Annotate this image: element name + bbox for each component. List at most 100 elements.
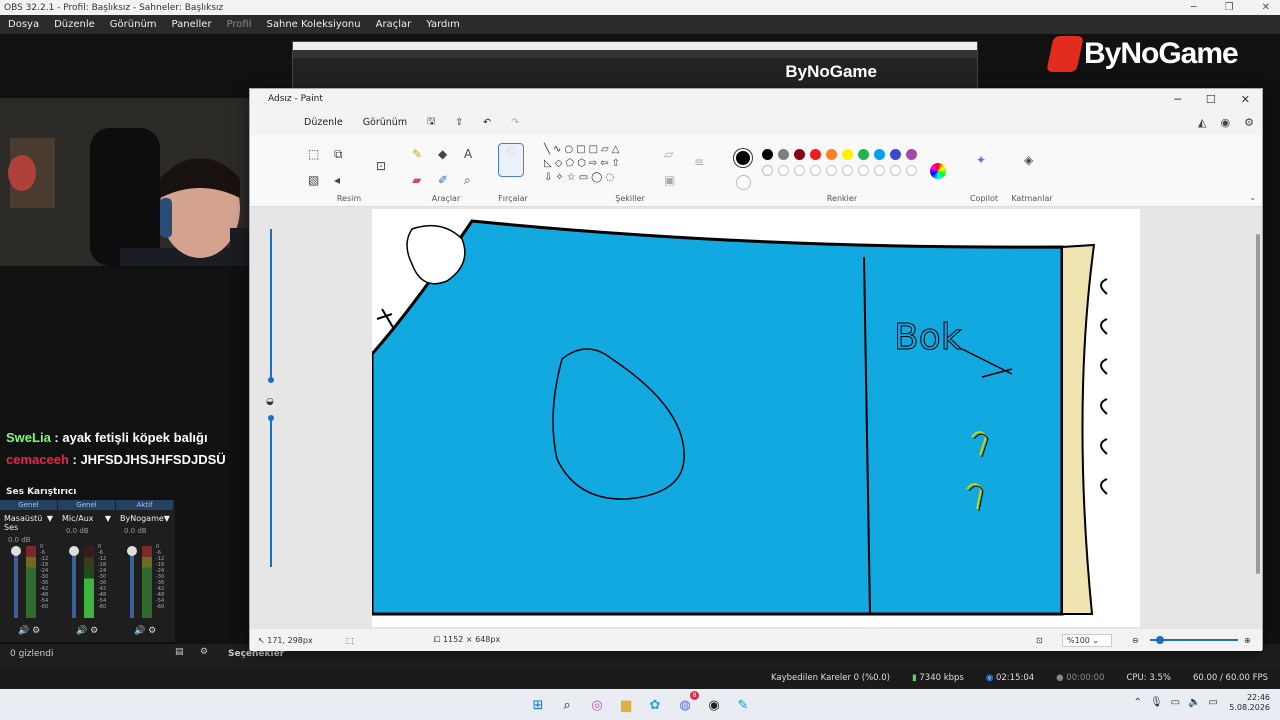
speaker-icon[interactable]: 🔊 ⚙ [18, 626, 40, 636]
close-icon[interactable]: ✕ [1262, 2, 1270, 13]
menu-araclar[interactable]: Araçlar [376, 19, 412, 30]
chevron-down-icon[interactable]: ▼ [105, 514, 111, 523]
color-swatch[interactable] [842, 165, 853, 176]
resize-icon[interactable]: ▧ [308, 173, 319, 187]
drawing-canvas[interactable]: Bok [370, 209, 1140, 627]
volume-slider[interactable] [14, 548, 18, 618]
color-swatch[interactable] [842, 149, 853, 160]
color-swatch[interactable] [826, 149, 837, 160]
gear-icon[interactable]: ⚙ [200, 647, 208, 657]
undo-icon[interactable]: ↶ [483, 117, 491, 128]
primary-color[interactable] [734, 149, 752, 167]
color-swatch[interactable] [890, 149, 901, 160]
chevron-down-icon[interactable]: ▼ [47, 514, 53, 532]
shape-fill-icon[interactable]: ▣ [664, 173, 675, 187]
file-explorer-icon[interactable]: ▆ [616, 695, 636, 715]
color-swatch[interactable] [906, 149, 917, 160]
paint-menu-gorunum[interactable]: Görünüm [363, 117, 407, 128]
color-swatch[interactable] [874, 165, 885, 176]
settings-icon[interactable]: ⚙ [1244, 116, 1254, 129]
minimize-icon[interactable]: ─ [1174, 93, 1181, 106]
color-swatch[interactable] [810, 149, 821, 160]
menu-duzenle[interactable]: Düzenle [54, 19, 95, 30]
pencil-icon[interactable]: ✎ [412, 147, 422, 161]
chevron-down-icon[interactable]: ▼ [164, 514, 170, 523]
settings-app-icon[interactable]: ✿ [645, 695, 665, 715]
color-swatch[interactable] [858, 149, 869, 160]
save-icon[interactable]: 🖫 [427, 114, 435, 130]
color-swatch[interactable] [762, 165, 773, 176]
clock[interactable]: 22:46 5.08.2026 [1229, 693, 1270, 713]
select-icon[interactable]: ⬚ [308, 147, 319, 161]
color-swatch[interactable] [778, 165, 789, 176]
text-icon[interactable]: A [464, 147, 472, 161]
paint-menu-duzenle[interactable]: Düzenle [304, 117, 343, 128]
volume-slider[interactable] [72, 548, 76, 618]
menu-gorunum[interactable]: Görünüm [110, 19, 157, 30]
shapes-gallery[interactable]: ╲∿○□□▱△ ◺◇⬠⬡⇨⇦⇧ ⇩✧☆▭◯◌ [544, 143, 654, 185]
mic-icon[interactable]: 🎙 [1150, 697, 1163, 708]
speaker-icon[interactable]: 🔊 ⚙ [134, 626, 156, 636]
color-swatch[interactable] [778, 149, 789, 160]
eraser-icon[interactable]: ▰ [412, 173, 421, 187]
volume-slider[interactable] [130, 548, 134, 618]
zoom-knob[interactable] [1156, 636, 1164, 644]
fill-icon[interactable]: ◆ [438, 147, 447, 161]
layout-icon[interactable]: ▤ [175, 647, 184, 657]
color-swatch[interactable] [762, 149, 773, 160]
channel-name[interactable]: Mic/Aux [62, 514, 94, 523]
share-icon[interactable]: ⇪ [455, 117, 463, 128]
vertical-scrollbar[interactable] [1256, 234, 1260, 574]
volume-knob[interactable] [69, 546, 79, 556]
volume-knob[interactable] [127, 546, 137, 556]
minimize-icon[interactable]: ─ [1191, 2, 1197, 13]
zoom-out-icon[interactable]: ⊖ [1132, 636, 1139, 645]
color-swatch[interactable] [794, 165, 805, 176]
menu-profil[interactable]: Profil [227, 19, 252, 30]
zoom-select[interactable]: %100 ⌄ [1062, 633, 1112, 647]
color-swatch[interactable] [794, 149, 805, 160]
account-icon[interactable]: ◉ [1221, 116, 1231, 129]
color-swatch[interactable] [874, 149, 885, 160]
channel-name[interactable]: ByNogame [120, 514, 164, 523]
image-tools-icon[interactable]: ⊡ [376, 159, 386, 173]
maximize-icon[interactable]: ❐ [1225, 2, 1234, 13]
discord-icon[interactable]: ◍ 8 [675, 691, 699, 715]
opera-icon[interactable]: ◎ [587, 695, 607, 715]
brush-size-slider[interactable]: ◒ [266, 229, 276, 609]
menu-yardim[interactable]: Yardım [426, 19, 460, 30]
maximize-icon[interactable]: ☐ [1206, 93, 1216, 106]
secondary-color[interactable] [736, 175, 751, 190]
chevron-up-icon[interactable]: ⌃ [1134, 697, 1142, 708]
volume-knob[interactable] [11, 546, 21, 556]
magnifier-icon[interactable]: ⌕ [464, 173, 471, 188]
obs-icon[interactable]: ◉ [704, 695, 724, 715]
windows-start-icon[interactable]: ⊞ [528, 695, 548, 715]
edit-colors-icon[interactable] [930, 163, 946, 179]
display-icon[interactable]: ▭ [1171, 697, 1180, 708]
brush-icon[interactable]: ⌬ [498, 143, 524, 177]
search-icon[interactable]: ⌕ [557, 695, 577, 715]
color-picker-icon[interactable]: ✐ [438, 173, 448, 187]
color-swatch[interactable] [890, 165, 901, 176]
feedback-icon[interactable]: ◭ [1198, 116, 1206, 129]
copilot-icon[interactable]: ✦ [976, 153, 986, 167]
menu-sahne-koleksiyonu[interactable]: Sahne Koleksiyonu [267, 19, 361, 30]
channel-name[interactable]: Masaüstü Ses [4, 514, 47, 532]
chevron-down-icon[interactable]: ⌄ [1249, 193, 1256, 202]
zoom-in-icon[interactable]: ⊕ [1244, 636, 1251, 645]
outline-icon[interactable]: ▱ [664, 147, 673, 161]
rotate-icon[interactable]: ◂ [334, 173, 340, 187]
layers-icon[interactable]: ◈ [1024, 153, 1033, 167]
color-swatch[interactable] [906, 165, 917, 176]
menu-dosya[interactable]: Dosya [8, 19, 39, 30]
redo-icon[interactable]: ↷ [511, 117, 519, 128]
color-swatch[interactable] [858, 165, 869, 176]
color-swatch[interactable] [810, 165, 821, 176]
color-swatch[interactable] [826, 165, 837, 176]
volume-icon[interactable]: 🔈 [1188, 697, 1200, 708]
close-icon[interactable]: ✕ [1241, 93, 1250, 106]
stroke-size-icon[interactable]: ≡ [694, 155, 704, 169]
fit-icon[interactable]: ⊡ [1036, 636, 1043, 645]
paint-icon[interactable]: ✎ [733, 695, 753, 715]
